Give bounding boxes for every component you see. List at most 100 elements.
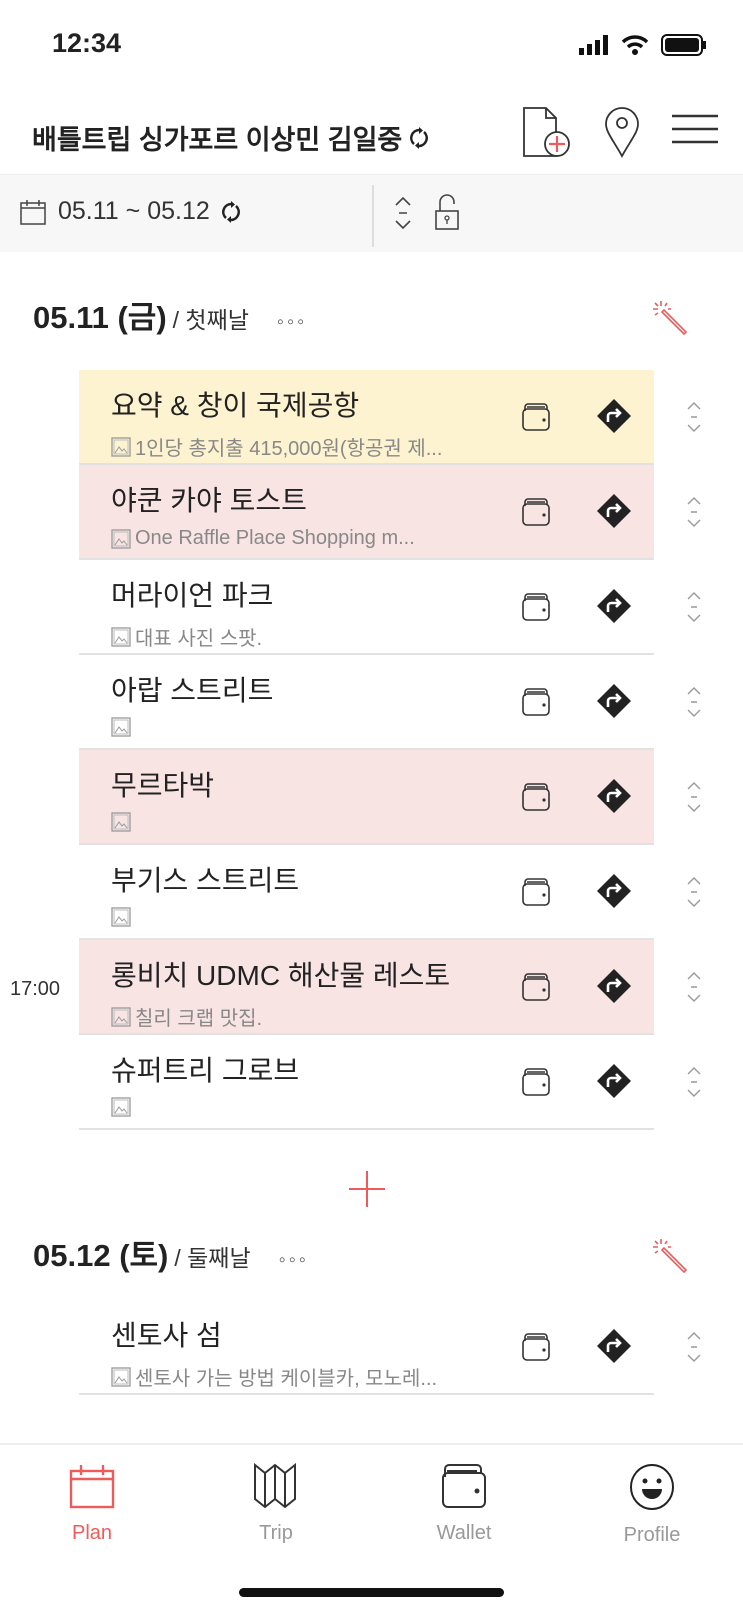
directions-icon[interactable]	[596, 493, 632, 529]
magic-wand-button[interactable]	[652, 300, 688, 341]
expense-button[interactable]	[522, 498, 550, 531]
wallet-icon[interactable]	[522, 688, 550, 716]
place-item[interactable]: 머라이언 파크 대표 사진 스팟.	[79, 560, 654, 655]
sync-icon[interactable]	[410, 126, 429, 149]
reorder-handle[interactable]	[686, 1330, 702, 1369]
date-range-button[interactable]: 05.11 ~ 05.12	[20, 197, 240, 226]
menu-icon[interactable]	[672, 114, 718, 144]
expense-button[interactable]	[522, 783, 550, 816]
reorder-handle[interactable]	[686, 400, 702, 439]
directions-button[interactable]	[596, 398, 632, 439]
directions-button[interactable]	[596, 778, 632, 819]
tab-label: Wallet	[436, 1522, 492, 1544]
expense-button[interactable]	[522, 403, 550, 436]
day-date: 05.12 (토)	[33, 1238, 169, 1273]
reorder-handle-icon[interactable]	[686, 1065, 702, 1099]
directions-icon[interactable]	[596, 398, 632, 434]
tab-trip[interactable]: Trip	[216, 1462, 336, 1545]
status-bar: 12:34	[0, 0, 743, 90]
image-icon	[111, 717, 131, 737]
place-item[interactable]: 센토사 섬 센토사 가는 방법 케이블카, 모노레...	[79, 1300, 654, 1395]
directions-icon[interactable]	[596, 1328, 632, 1364]
day-name: / 둘째날	[174, 1245, 251, 1271]
wallet-icon[interactable]	[522, 973, 550, 1001]
sync-icon[interactable]	[221, 200, 240, 223]
image-icon	[111, 626, 131, 647]
location-pin-icon[interactable]	[604, 106, 640, 158]
expense-button[interactable]	[522, 688, 550, 721]
place-item[interactable]: 야쿤 카야 토스트 One Raffle Place Shopping m...	[79, 465, 654, 560]
reorder-handle[interactable]	[686, 685, 702, 724]
place-item[interactable]: 요약 & 창이 국제공항 1인당 총지출 415,000원(항공권 제...	[79, 370, 654, 465]
reorder-handle[interactable]	[686, 590, 702, 629]
magic-wand-button[interactable]	[652, 1238, 688, 1279]
wallet-icon[interactable]	[522, 1068, 550, 1096]
place-name: 야쿤 카야 토스트	[111, 485, 307, 516]
reorder-handle[interactable]	[686, 970, 702, 1009]
directions-icon[interactable]	[596, 683, 632, 719]
directions-icon[interactable]	[596, 873, 632, 909]
add-document-icon[interactable]	[522, 106, 572, 158]
trip-title[interactable]: 배틀트립 싱가포르 이상민 김일중	[32, 118, 429, 157]
directions-button[interactable]	[596, 968, 632, 1009]
reorder-handle-icon[interactable]	[686, 780, 702, 814]
wallet-icon[interactable]	[522, 1333, 550, 1361]
directions-icon[interactable]	[596, 1063, 632, 1099]
reorder-handle-icon[interactable]	[686, 590, 702, 624]
tab-profile[interactable]: Profile	[592, 1463, 712, 1547]
wallet-icon[interactable]	[522, 498, 550, 526]
place-note-text: 1인당 총지출 415,000원(항공권 제...	[135, 438, 443, 460]
unlock-icon[interactable]	[434, 193, 460, 231]
tab-label: Profile	[623, 1524, 681, 1546]
tab-plan[interactable]: Plan	[32, 1463, 152, 1545]
tab-wallet[interactable]: Wallet	[404, 1463, 524, 1545]
more-options-button[interactable]: ◦◦◦	[277, 311, 307, 334]
magic-wand-icon	[653, 1239, 688, 1274]
directions-button[interactable]	[596, 1328, 632, 1369]
place-note-text: 대표 사진 스팟.	[135, 628, 263, 650]
reorder-handle[interactable]	[686, 1065, 702, 1104]
reorder-handle-icon[interactable]	[686, 875, 702, 909]
place-name: 무르타박	[111, 770, 215, 801]
reorder-handle-icon[interactable]	[686, 685, 702, 719]
directions-button[interactable]	[596, 1063, 632, 1104]
more-options-button[interactable]: ◦◦◦	[279, 1249, 309, 1272]
expense-button[interactable]	[522, 973, 550, 1006]
wallet-icon[interactable]	[522, 403, 550, 431]
reorder-handle[interactable]	[686, 780, 702, 819]
image-icon	[111, 1006, 131, 1027]
directions-button[interactable]	[596, 493, 632, 534]
place-item[interactable]: 무르타박	[79, 750, 654, 845]
trip-title-text: 배틀트립 싱가포르 이상민 김일중	[32, 125, 403, 155]
directions-icon[interactable]	[596, 778, 632, 814]
calendar-icon	[69, 1465, 115, 1509]
reorder-handle-icon[interactable]	[686, 1330, 702, 1364]
directions-button[interactable]	[596, 683, 632, 724]
place-item[interactable]: 부기스 스트리트	[79, 845, 654, 940]
place-note-text: 칠리 크랩 맛집.	[135, 1008, 263, 1030]
directions-icon[interactable]	[596, 588, 632, 624]
directions-button[interactable]	[596, 588, 632, 629]
reorder-handle[interactable]	[686, 495, 702, 534]
expense-button[interactable]	[522, 1333, 550, 1366]
place-item[interactable]: 아랍 스트리트	[79, 655, 654, 750]
directions-icon[interactable]	[596, 968, 632, 1004]
expense-button[interactable]	[522, 1068, 550, 1101]
place-item[interactable]: 슈퍼트리 그로브	[79, 1035, 654, 1130]
place-name: 아랍 스트리트	[111, 675, 274, 706]
reorder-handle-icon[interactable]	[686, 495, 702, 529]
reorder-handle-icon[interactable]	[686, 970, 702, 1004]
reorder-handle[interactable]	[686, 875, 702, 914]
reorder-icon[interactable]	[393, 195, 413, 231]
expense-button[interactable]	[522, 878, 550, 911]
add-place-button[interactable]	[348, 1170, 386, 1208]
battery-icon	[661, 34, 706, 56]
expense-button[interactable]	[522, 593, 550, 626]
day-date: 05.11 (금)	[33, 300, 167, 335]
directions-button[interactable]	[596, 873, 632, 914]
wallet-icon[interactable]	[522, 783, 550, 811]
wallet-icon[interactable]	[522, 878, 550, 906]
place-item[interactable]: 롱비치 UDMC 해산물 레스토 칠리 크랩 맛집.	[79, 940, 654, 1035]
wallet-icon[interactable]	[522, 593, 550, 621]
reorder-handle-icon[interactable]	[686, 400, 702, 434]
